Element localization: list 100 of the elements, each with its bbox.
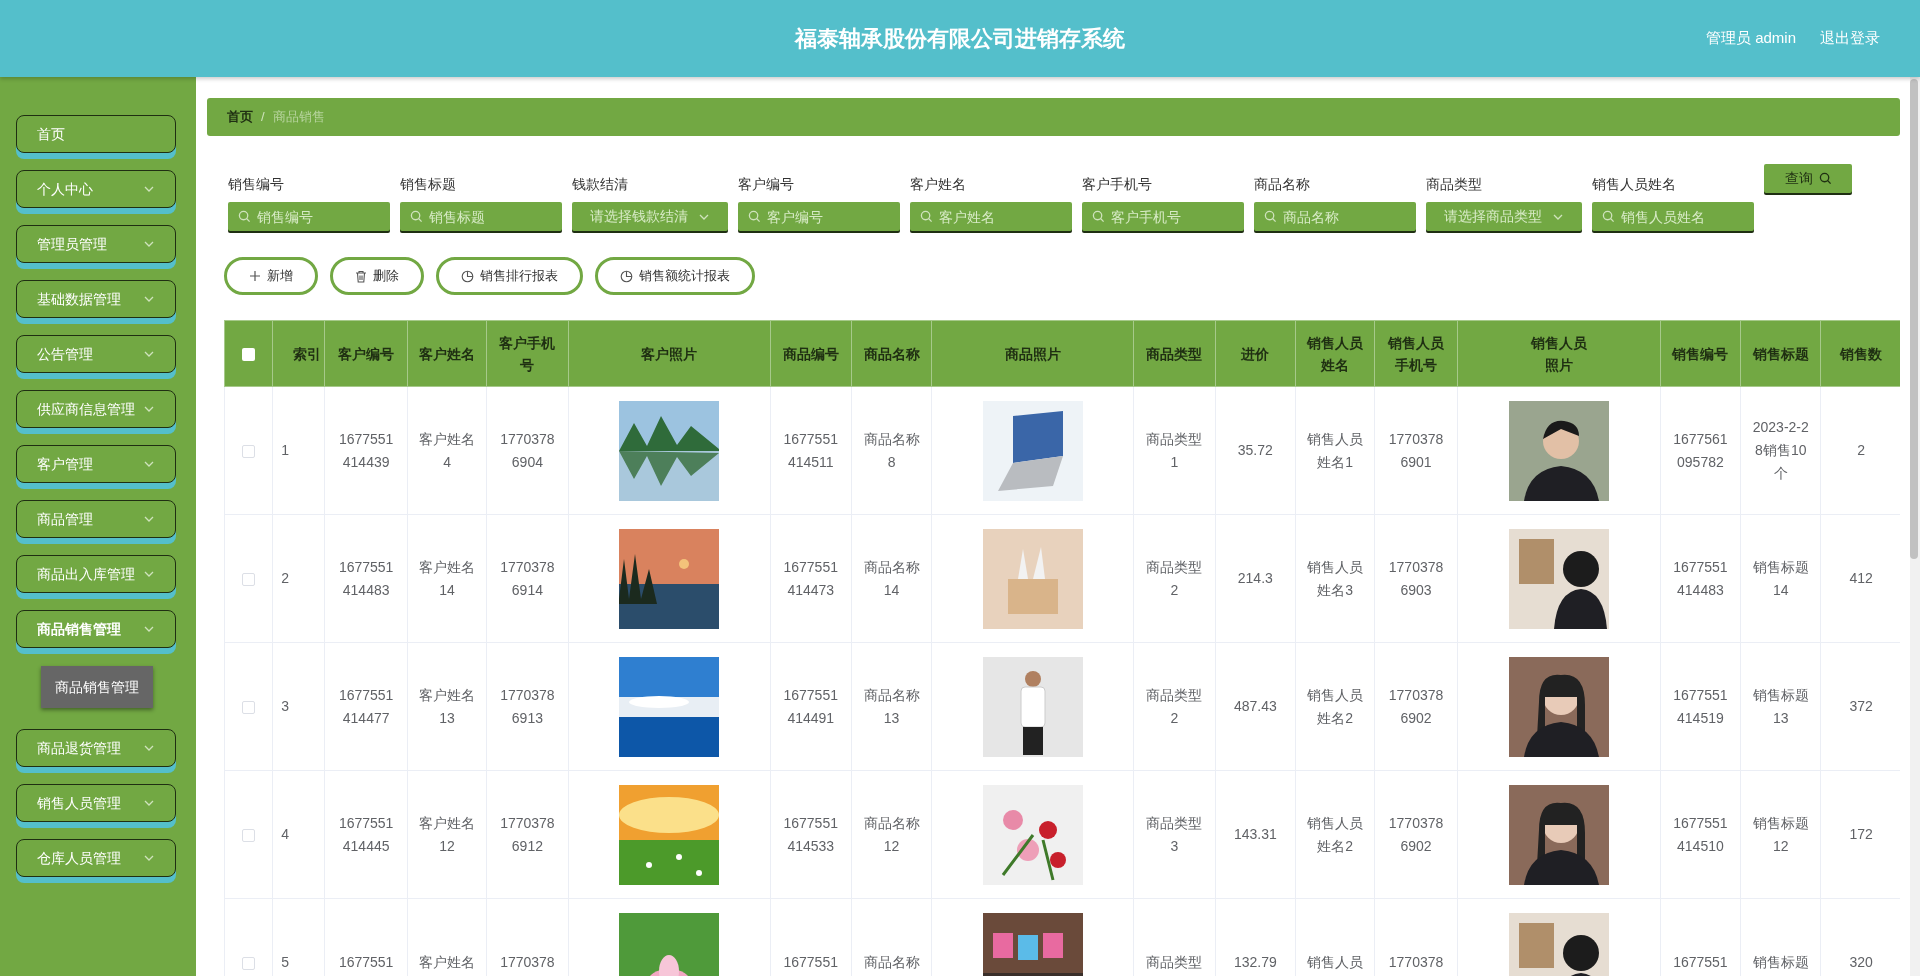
table-cell-text: 客户姓名12 xyxy=(418,813,477,856)
table-cell-text: 17703786914 xyxy=(499,557,556,600)
filter-label: 钱款结清 xyxy=(572,175,629,194)
table-cell-text: 客户姓名13 xyxy=(418,685,477,728)
checkbox[interactable] xyxy=(242,444,256,458)
submenu-item[interactable]: 商品销售管理 xyxy=(41,666,153,708)
table-cell-text: 客户姓名 xyxy=(418,953,477,972)
table-cell-text: 销售人员姓名1 xyxy=(1306,429,1365,472)
table-cell-text: 1677551414510 xyxy=(1672,813,1729,856)
search-icon xyxy=(238,210,251,223)
filter-label: 客户姓名 xyxy=(910,175,967,194)
filter-label: 商品名称 xyxy=(1254,175,1311,194)
column-header: 销售人员手机号 xyxy=(1374,320,1458,387)
column-header: 客户姓名 xyxy=(407,320,487,387)
checkbox[interactable] xyxy=(242,572,256,586)
column-header: 销售标题 xyxy=(1740,320,1821,387)
filter-label: 商品类型 xyxy=(1426,175,1483,194)
action-button[interactable]: 删除 xyxy=(330,257,424,295)
table-cell-text: 商品类型2 xyxy=(1145,685,1204,728)
column-header: 索引 xyxy=(272,320,325,387)
column-header: 商品名称 xyxy=(851,320,932,387)
checkbox[interactable] xyxy=(242,347,256,361)
search-icon xyxy=(920,210,933,223)
table-cell-text: 17703786912 xyxy=(499,813,556,856)
table-cell-text: 销售人员 xyxy=(1306,953,1365,972)
table-cell-text: 1677551414445 xyxy=(337,813,395,856)
table-cell-text: 412 xyxy=(1848,569,1874,588)
plus-icon xyxy=(249,270,261,282)
search-icon xyxy=(1602,210,1615,223)
table-cell-text: 3 xyxy=(281,697,290,716)
trash-icon xyxy=(355,269,367,283)
table-cell-text: 1677551414473 xyxy=(782,557,839,600)
search-icon xyxy=(1264,210,1277,223)
action-button[interactable]: 销售排行报表 xyxy=(436,257,583,295)
table-cell-text: 1677551414477 xyxy=(337,685,395,728)
table-cell-text: 商品名称14 xyxy=(862,557,921,600)
table-cell-text: 5 xyxy=(281,953,290,972)
search-icon xyxy=(748,210,761,223)
logout-link[interactable]: 退出登录 xyxy=(1820,27,1880,50)
search-field[interactable]: 销售标题 xyxy=(400,202,562,231)
query-button[interactable]: 查询 xyxy=(1764,164,1852,193)
table-cell-text: 2023-2-28销售10个 xyxy=(1751,418,1810,483)
checkbox[interactable] xyxy=(242,956,256,970)
table-cell-text: 1677561095782 xyxy=(1672,429,1729,472)
table-cell-text: 1677551 xyxy=(337,953,395,972)
breadcrumb-separator: / xyxy=(261,108,265,127)
action-button[interactable]: 新增 xyxy=(224,257,318,295)
filter-label: 销售标题 xyxy=(400,175,457,194)
table-cell-text: 1677551414483 xyxy=(337,557,395,600)
breadcrumb-item[interactable]: 首页 xyxy=(227,107,253,127)
select-field[interactable]: 请选择商品类型 xyxy=(1426,202,1582,231)
table-cell-text: 17703786902 xyxy=(1387,813,1445,856)
table-cell-text: 17703786913 xyxy=(499,685,556,728)
column-header: 进价 xyxy=(1215,320,1296,387)
table-cell-text: 1677551414439 xyxy=(337,429,395,472)
table-cell-text: 132.79 xyxy=(1232,953,1278,972)
column-header: 商品照片 xyxy=(931,320,1134,387)
filter-label: 客户编号 xyxy=(738,175,795,194)
checkbox[interactable] xyxy=(242,828,256,842)
table-cell-text: 17703786903 xyxy=(1387,557,1445,600)
table-cell-text: 1770378 xyxy=(499,953,556,972)
column-header: 客户照片 xyxy=(568,320,771,387)
search-field[interactable]: 客户手机号 xyxy=(1082,202,1244,231)
breadcrumb-item: 商品销售 xyxy=(272,108,325,127)
table-cell-text: 320 xyxy=(1848,953,1874,972)
search-field[interactable]: 销售编号 xyxy=(228,202,390,231)
search-field[interactable]: 客户姓名 xyxy=(910,202,1072,231)
table-cell-text: 1770378 xyxy=(1387,953,1445,972)
table-cell-text: 4 xyxy=(281,825,290,844)
table-cell-text: 1677551 xyxy=(782,953,839,972)
scrollbar[interactable] xyxy=(1910,77,1920,976)
table-cell-text: 143.31 xyxy=(1232,825,1278,844)
search-field[interactable]: 商品名称 xyxy=(1254,202,1416,231)
action-button[interactable]: 销售额统计报表 xyxy=(595,257,755,295)
filter-label: 销售编号 xyxy=(228,175,285,194)
table-cell-text: 1677551414533 xyxy=(782,813,839,856)
table-cell-text: 1677551414491 xyxy=(782,685,839,728)
filter-label: 销售人员姓名 xyxy=(1592,175,1677,194)
table-cell-text: 销售标题12 xyxy=(1751,813,1810,856)
table-cell-text: 客户姓名4 xyxy=(418,429,477,472)
table-cell-text: 17703786904 xyxy=(499,429,556,472)
column-header: 客户编号 xyxy=(324,320,408,387)
search-icon xyxy=(1818,172,1832,185)
table-cell-text: 销售标题13 xyxy=(1751,685,1810,728)
table-cell-text: 1677551414511 xyxy=(782,429,839,472)
checkbox[interactable] xyxy=(242,700,256,714)
search-field[interactable]: 客户编号 xyxy=(738,202,900,231)
select-field[interactable]: 请选择钱款结清 xyxy=(572,202,728,231)
table-cell-text: 1677551 xyxy=(1672,953,1729,972)
filter-label: 客户手机号 xyxy=(1082,175,1153,194)
user-label: 管理员 admin xyxy=(1705,28,1796,49)
table-cell-text: 2 xyxy=(281,569,290,588)
table-cell-text: 销售标题 xyxy=(1751,953,1810,972)
table-cell-text: 372 xyxy=(1848,697,1874,716)
search-field[interactable]: 销售人员姓名 xyxy=(1592,202,1754,231)
column-header: 商品类型 xyxy=(1133,320,1216,387)
column-header: 销售人员姓名 xyxy=(1295,320,1375,387)
pie-chart-icon xyxy=(461,269,474,283)
table-cell-text: 商品名称13 xyxy=(862,685,921,728)
table-cell-text: 2 xyxy=(1856,441,1867,460)
